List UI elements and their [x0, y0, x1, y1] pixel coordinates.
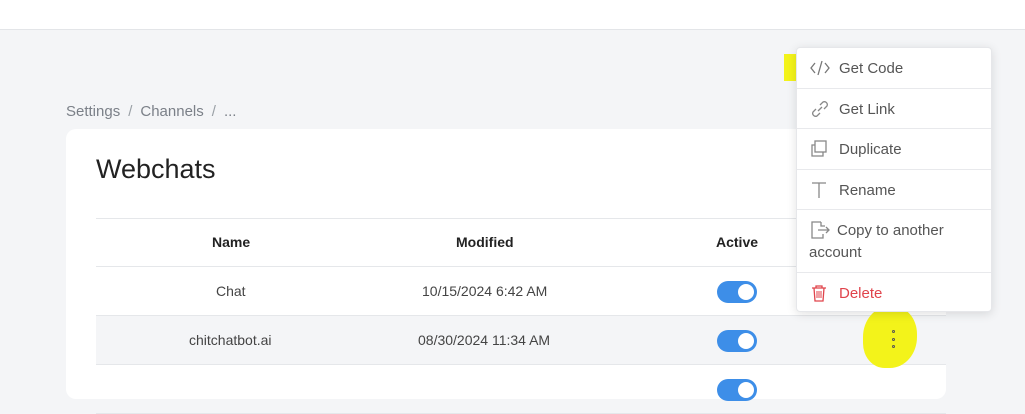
breadcrumb-channels[interactable]: Channels — [140, 103, 203, 120]
table-row[interactable] — [96, 365, 946, 414]
page-title: Webchats — [96, 154, 216, 184]
menu-item-label: Duplicate — [839, 141, 902, 158]
text-icon — [809, 180, 829, 200]
active-toggle[interactable] — [717, 379, 757, 401]
breadcrumb-settings[interactable]: Settings — [66, 103, 120, 120]
row-modified: 08/30/2024 11:34 AM — [418, 332, 551, 348]
code-icon — [809, 58, 830, 78]
toggle-knob — [738, 333, 754, 349]
menu-item-label: Rename — [839, 182, 896, 199]
row-modified: 10/15/2024 6:42 AM — [422, 283, 548, 299]
breadcrumb-separator: / — [211, 103, 216, 120]
row-name: Chat — [216, 283, 246, 299]
menu-item-get-code[interactable]: Get Code — [797, 48, 991, 89]
row-actions-menu: Get Code Get Link Duplicate Rename Copy … — [796, 47, 992, 312]
column-header-name[interactable]: Name — [212, 219, 250, 266]
breadcrumb-current: ... — [223, 103, 237, 120]
active-toggle[interactable] — [717, 281, 757, 303]
table-row[interactable]: chitchatbot.ai 08/30/2024 11:34 AM — [96, 316, 946, 365]
menu-item-duplicate[interactable]: Duplicate — [797, 129, 991, 170]
breadcrumb: Settings / Channels / ... — [66, 103, 236, 120]
trash-icon — [809, 283, 829, 303]
top-bar — [0, 0, 1025, 30]
column-header-active[interactable]: Active — [716, 219, 758, 266]
row-name: chitchatbot.ai — [189, 332, 272, 348]
toggle-knob — [738, 284, 754, 300]
menu-item-rename[interactable]: Rename — [797, 170, 991, 210]
column-header-modified[interactable]: Modified — [456, 219, 514, 266]
menu-item-label: Get Code — [839, 60, 904, 77]
menu-item-get-link[interactable]: Get Link — [797, 89, 991, 129]
link-icon — [809, 99, 829, 119]
menu-item-label: Delete — [839, 285, 883, 302]
breadcrumb-separator: / — [128, 103, 133, 120]
menu-item-label: Copy to another account — [809, 222, 944, 261]
more-options-icon[interactable] — [889, 330, 897, 348]
menu-item-label: Get Link — [839, 101, 895, 118]
duplicate-icon — [809, 139, 829, 159]
active-toggle[interactable] — [717, 330, 757, 352]
toggle-knob — [738, 382, 754, 398]
menu-item-copy-to-account[interactable]: Copy to another account — [797, 210, 991, 273]
menu-item-delete[interactable]: Delete — [797, 273, 991, 313]
